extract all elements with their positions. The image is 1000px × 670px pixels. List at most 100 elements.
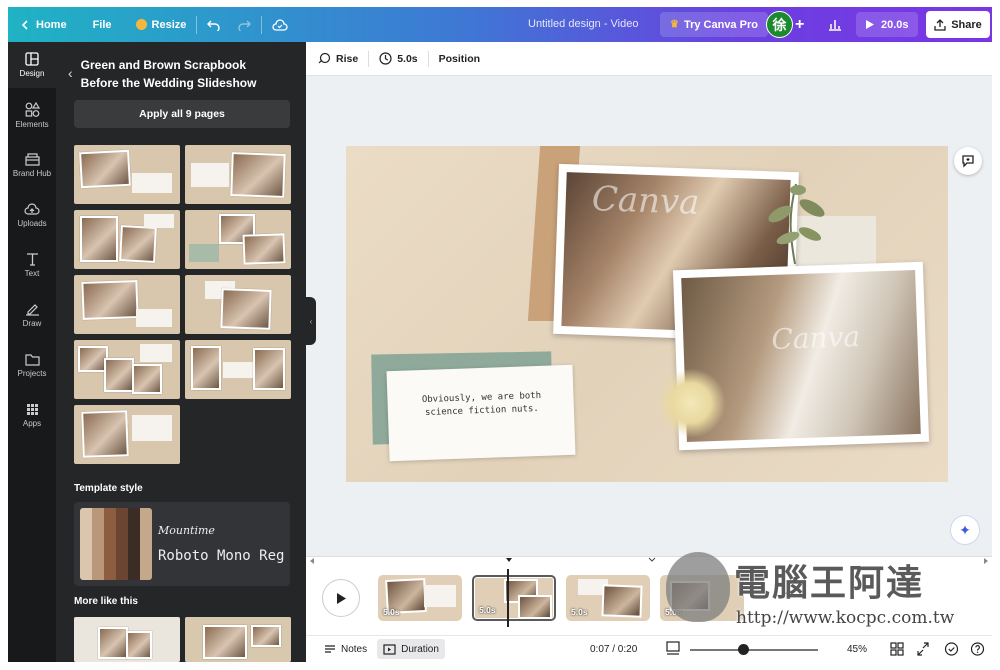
elements-icon [25, 101, 40, 117]
grid-view-icon[interactable] [890, 641, 904, 657]
template-page-thumbnail[interactable] [185, 145, 291, 204]
timeline-clip[interactable]: 5.0s [660, 575, 744, 621]
rail-label: Brand Hub [12, 169, 52, 178]
collapse-panel-button[interactable]: ‹ [306, 297, 316, 345]
add-page-button[interactable]: + [782, 583, 794, 606]
rail-item-draw[interactable]: Draw [8, 292, 56, 338]
fullscreen-icon[interactable] [916, 641, 930, 657]
home-button[interactable]: Home [8, 7, 75, 42]
rail-item-brand-hub[interactable]: Brand Hub [8, 142, 56, 188]
present-button[interactable]: 20.0s [856, 12, 918, 37]
template-style-card[interactable]: Mountime Roboto Mono Reg [74, 502, 290, 586]
undo-icon [207, 20, 221, 31]
rail-label: Elements [15, 119, 49, 129]
clip-duration: 5.0s [571, 607, 588, 617]
context-toolbar: Rise 5.0s Position [306, 42, 992, 76]
related-template-thumbnail[interactable] [185, 617, 291, 662]
position-button[interactable]: Position [429, 42, 490, 76]
redo-icon [238, 20, 252, 31]
zoom-slider-track[interactable] [690, 649, 818, 651]
brand-hub-icon [24, 153, 40, 166]
template-page-thumbnail[interactable] [185, 275, 291, 334]
notes-button[interactable]: Notes [318, 639, 373, 659]
clock-icon [379, 52, 392, 65]
rail-item-text[interactable]: Text [8, 242, 56, 288]
redo-button[interactable] [229, 7, 259, 42]
share-icon [934, 18, 946, 31]
rail-item-uploads[interactable]: Uploads [8, 192, 56, 238]
help-icon[interactable] [970, 641, 985, 657]
template-style-heading: Template style [74, 483, 143, 494]
template-page-thumbnail[interactable] [185, 210, 291, 269]
avatar[interactable]: 徐 [766, 11, 793, 38]
design-canvas[interactable]: Canva Canva Obviously, we are both scien… [346, 146, 948, 482]
back-chevron-icon[interactable]: ‹ [68, 56, 73, 92]
try-pro-label: Try Canva Pro [683, 18, 758, 31]
side-rail: Design Elements Brand Hub Uploads Text D… [8, 42, 56, 662]
panel-header: ‹ Green and Brown Scrapbook Before the W… [68, 56, 298, 92]
page-duration-button[interactable]: 5.0s [369, 42, 427, 76]
file-menu[interactable]: File [75, 7, 120, 42]
canva-watermark: Canva [770, 319, 861, 357]
cloud-check-icon [272, 18, 288, 31]
crown-icon [135, 19, 147, 30]
animation-button[interactable]: Rise [318, 42, 368, 76]
color-swatch [80, 508, 92, 580]
color-swatch [104, 508, 116, 580]
template-page-thumbnail[interactable] [185, 340, 291, 399]
template-page-thumbnail[interactable] [74, 340, 180, 399]
pressed-flower-decoration [656, 368, 726, 438]
caption-text[interactable]: Obviously, we are both science fiction n… [401, 389, 562, 421]
zoom-level[interactable]: 45% [847, 636, 867, 662]
file-label: File [92, 18, 112, 31]
play-timeline-button[interactable] [322, 579, 360, 617]
insights-button[interactable] [820, 12, 850, 37]
rail-item-apps[interactable]: Apps [8, 392, 56, 438]
try-pro-button[interactable]: ♛ Try Canva Pro [660, 12, 768, 37]
pages-view-icon[interactable] [666, 641, 680, 657]
thumbnail-art [185, 617, 291, 662]
animate-icon [318, 52, 331, 64]
template-title-line1: Green and Brown Scrapbook [80, 58, 247, 72]
resize-button[interactable]: Resize [120, 7, 195, 42]
canva-editor-window: Home File Resize Untitled design - Video… [8, 7, 992, 662]
add-collaborator-button[interactable]: + [795, 7, 804, 42]
plus-icon: + [795, 16, 805, 33]
duration-button[interactable]: Duration [377, 639, 445, 659]
eucalyptus-leaf-decoration [768, 183, 825, 265]
folder-icon [24, 353, 40, 366]
video-timeline: 5.0s 5.0s 5.0s 5.0s + [306, 556, 992, 635]
draw-icon [25, 304, 39, 316]
color-palette [80, 508, 152, 580]
rail-item-elements[interactable]: Elements [8, 92, 56, 138]
zoom-slider-handle[interactable] [738, 644, 749, 655]
undo-button[interactable] [199, 7, 229, 42]
template-page-thumbnail[interactable] [74, 145, 180, 204]
template-page-thumbnail[interactable] [74, 275, 180, 334]
magic-assistant-button[interactable]: ✦ [950, 515, 980, 545]
timeline-clip-selected[interactable]: 5.0s [472, 575, 556, 621]
related-template-thumbnail[interactable] [74, 617, 180, 662]
editor-footer: Notes Duration 0:07 / 0:20 45% [306, 635, 992, 662]
template-page-thumbnail[interactable] [74, 405, 180, 464]
top-bar: Home File Resize Untitled design - Video… [8, 7, 992, 42]
template-page-thumbnail[interactable] [74, 210, 180, 269]
text-icon [26, 253, 38, 266]
save-status-button[interactable] [264, 7, 296, 42]
share-button[interactable]: Share [926, 11, 990, 38]
plus-icon: + [782, 583, 794, 605]
playhead[interactable] [507, 569, 509, 627]
apply-all-pages-button[interactable]: Apply all 9 pages [74, 100, 290, 128]
rail-label: Projects [17, 368, 47, 378]
timeline-clip[interactable]: 5.0s [566, 575, 650, 621]
rail-item-projects[interactable]: Projects [8, 342, 56, 388]
check-circle-icon[interactable] [944, 641, 959, 657]
caption-note-card[interactable]: Obviously, we are both science fiction n… [386, 364, 576, 462]
timeline-clip[interactable]: 5.0s [378, 575, 462, 621]
sparkle-icon: ✦ [959, 521, 971, 538]
bar-chart-icon [829, 20, 841, 31]
document-title[interactable]: Untitled design - Video [528, 7, 638, 42]
add-comment-button[interactable] [954, 147, 982, 175]
upload-icon [24, 202, 40, 215]
rail-item-design[interactable]: Design [8, 42, 56, 88]
